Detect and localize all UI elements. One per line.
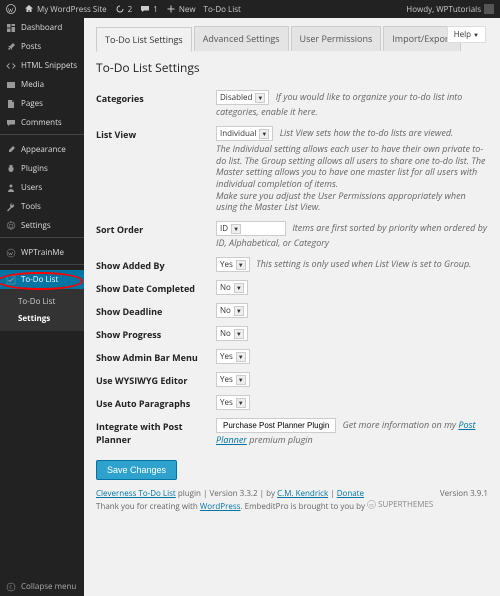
menu-pages[interactable]: Pages (0, 94, 84, 113)
settings-tabs: To-Do List Settings Advanced Settings Us… (96, 26, 488, 51)
select-yes[interactable]: Yes▼ (216, 395, 250, 410)
code-icon (6, 61, 16, 71)
select-no[interactable]: No▼ (216, 280, 248, 295)
menu-wptrainme[interactable]: WPTrainMe (0, 243, 84, 262)
site-name[interactable]: My WordPress Site (24, 4, 107, 15)
label: List View (96, 126, 216, 213)
submenu-settings[interactable]: Settings (0, 310, 84, 327)
select-no[interactable]: No▼ (216, 326, 248, 341)
user-icon (6, 183, 16, 193)
wordpress-link[interactable]: WordPress (200, 501, 241, 512)
menu-tools[interactable]: Tools (0, 197, 84, 216)
label: Categories (96, 90, 216, 118)
menu-plugins[interactable]: Plugins (0, 159, 84, 178)
page-icon (6, 99, 16, 109)
save-button[interactable]: Save Changes (96, 460, 177, 480)
ab-todo[interactable]: To-Do List (204, 4, 241, 15)
collapse-menu[interactable]: Collapse menu (0, 577, 84, 596)
menu-dashboard[interactable]: Dashboard (0, 18, 84, 37)
select-individual[interactable]: Individual▼ (216, 126, 273, 141)
submenu-to-do-list[interactable]: To-Do List (0, 293, 84, 310)
wp-icon (6, 248, 16, 258)
comments-icon[interactable]: 1 (140, 4, 158, 15)
label: Use WYSIWYG Editor (96, 372, 216, 387)
author-link[interactable]: C.M. Kendrick (277, 488, 328, 499)
select-disabled[interactable]: Disabled▼ (216, 90, 269, 105)
superthemes[interactable]: ccSUPERTHEMES (367, 499, 433, 510)
select-yes[interactable]: Yes▼ (216, 257, 250, 272)
menu-appearance[interactable]: Appearance (0, 140, 84, 159)
menu-users[interactable]: Users (0, 178, 84, 197)
admin-sidebar: DashboardPostsHTML SnippetsMediaPagesCom… (0, 18, 84, 596)
media-icon (6, 80, 16, 90)
label: Show Progress (96, 326, 216, 341)
menu-html-snippets[interactable]: HTML Snippets (0, 56, 84, 75)
label: Show Added By (96, 257, 216, 272)
select-no[interactable]: No▼ (216, 303, 248, 318)
label: Show Deadline (96, 303, 216, 318)
howdy[interactable]: Howdy, WPTutorials (406, 4, 494, 15)
select-yes[interactable]: Yes▼ (216, 372, 250, 387)
svg-text:cc: cc (369, 503, 374, 509)
new-content[interactable]: New (166, 4, 196, 15)
tool-icon (6, 202, 16, 212)
select-yes[interactable]: Yes▼ (216, 349, 250, 364)
check-icon (6, 275, 16, 285)
help-button[interactable]: Help▼ (447, 26, 486, 43)
tab-advanced[interactable]: Advanced Settings (194, 26, 289, 51)
donate-link[interactable]: Donate (337, 488, 364, 499)
brush-icon (6, 145, 16, 155)
pin-icon (6, 42, 16, 52)
menu-to-do-list[interactable]: To-Do List (0, 270, 84, 289)
label: Show Date Completed (96, 280, 216, 295)
label: Integrate with Post Planner (96, 418, 216, 446)
tab-todo-settings[interactable]: To-Do List Settings (96, 27, 192, 52)
page-title: To-Do List Settings (96, 59, 488, 76)
tab-permissions[interactable]: User Permissions (291, 26, 382, 51)
updates-icon[interactable]: 2 (115, 4, 133, 15)
footer: Cleverness To-Do List plugin | Version 3… (96, 488, 488, 512)
label: Sort Order (96, 221, 216, 249)
label: Show Admin Bar Menu (96, 349, 216, 364)
menu-posts[interactable]: Posts (0, 37, 84, 56)
label: Use Auto Paragraphs (96, 395, 216, 410)
main-content: Help▼ To-Do List Settings Advanced Setti… (84, 18, 500, 596)
gear-icon (6, 221, 16, 231)
avatar-icon (484, 4, 494, 14)
plug-icon (6, 164, 16, 174)
select-id[interactable]: ID▼ (216, 221, 286, 236)
menu-media[interactable]: Media (0, 75, 84, 94)
wp-version: Version 3.9.1 (440, 488, 488, 512)
purchase-button[interactable]: Purchase Post Planner Plugin (216, 418, 336, 433)
admin-bar: My WordPress Site 2 1 New To-Do List How… (0, 0, 500, 18)
menu-settings[interactable]: Settings (0, 216, 84, 235)
plugin-link[interactable]: Cleverness To-Do List (96, 488, 176, 499)
menu-comments[interactable]: Comments (0, 113, 84, 132)
dash-icon (6, 23, 16, 33)
comment-icon (6, 118, 16, 128)
wp-logo-icon[interactable] (6, 4, 16, 14)
